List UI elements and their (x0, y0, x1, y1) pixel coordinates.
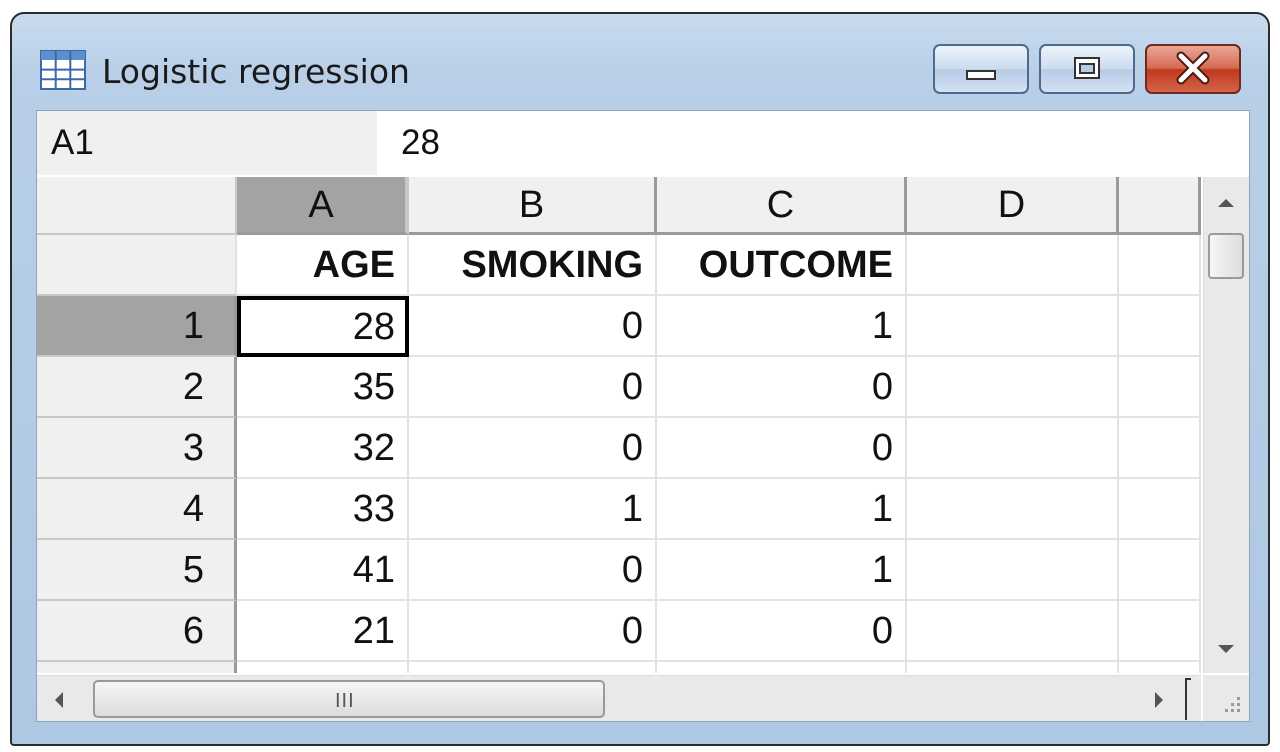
cell-e5[interactable] (1119, 540, 1201, 601)
cell-a7[interactable] (237, 662, 409, 673)
cell-a1-active[interactable]: 28 (237, 296, 409, 357)
cell-b7[interactable] (409, 662, 657, 673)
title-bar[interactable]: Logistic regression (12, 14, 1268, 108)
cell-b1[interactable]: 0 (409, 296, 657, 357)
vertical-scrollbar[interactable] (1203, 177, 1249, 673)
cell-d2[interactable] (907, 357, 1119, 418)
cell-c3[interactable]: 0 (657, 418, 907, 479)
minimize-button[interactable] (933, 44, 1029, 94)
row-header-1[interactable]: 1 (37, 296, 237, 357)
row-header-6[interactable]: 6 (37, 601, 237, 662)
table-row: 1 28 0 1 (37, 296, 1201, 357)
corner-select-all[interactable] (37, 177, 237, 235)
cell-d6[interactable] (907, 601, 1119, 662)
scroll-down-arrow-icon[interactable] (1218, 645, 1234, 653)
column-header-d[interactable]: D (907, 177, 1119, 235)
cell-c1[interactable]: 1 (657, 296, 907, 357)
cell-e7[interactable] (1119, 662, 1201, 673)
close-button[interactable] (1145, 44, 1241, 94)
spreadsheet-window: Logistic regression A1 28 A B C D AGE SM… (10, 12, 1270, 746)
cell-d4[interactable] (907, 479, 1119, 540)
label-row-header (37, 235, 237, 296)
spreadsheet-client-area: A1 28 A B C D AGE SMOKING OUTCOME 1 28 0… (36, 110, 1250, 722)
row-header-4[interactable]: 4 (37, 479, 237, 540)
variable-label-row: AGE SMOKING OUTCOME (37, 235, 1201, 296)
cell-reference-box[interactable]: A1 (37, 111, 377, 175)
cell-e1[interactable] (1119, 296, 1201, 357)
cell-c7[interactable] (657, 662, 907, 673)
cell-e6[interactable] (1119, 601, 1201, 662)
row-header-2[interactable]: 2 (37, 357, 237, 418)
horizontal-scrollbar[interactable]: III (37, 675, 1201, 721)
table-row: 2 35 0 0 (37, 357, 1201, 418)
label-cell-e[interactable] (1119, 235, 1201, 296)
row-header-3[interactable]: 3 (37, 418, 237, 479)
cell-d3[interactable] (907, 418, 1119, 479)
row-header-5[interactable]: 5 (37, 540, 237, 601)
spreadsheet-grid-icon (40, 50, 86, 90)
maximize-icon (1074, 57, 1100, 79)
table-row: 4 33 1 1 (37, 479, 1201, 540)
label-cell-a[interactable]: AGE (237, 235, 409, 296)
cell-value-field[interactable]: 28 (401, 111, 440, 175)
table-row: 3 32 0 0 (37, 418, 1201, 479)
cell-b5[interactable]: 0 (409, 540, 657, 601)
column-header-b[interactable]: B (409, 177, 657, 235)
horizontal-scroll-thumb[interactable]: III (93, 680, 605, 718)
label-cell-d[interactable] (907, 235, 1119, 296)
minimize-icon (966, 70, 996, 80)
cell-a6[interactable]: 21 (237, 601, 409, 662)
scroll-grip-icon: III (335, 690, 355, 712)
table-row: 5 41 0 1 (37, 540, 1201, 601)
column-header-c[interactable]: C (657, 177, 907, 235)
split-box-handle[interactable] (1185, 678, 1191, 720)
cell-e4[interactable] (1119, 479, 1201, 540)
cell-d7[interactable] (907, 662, 1119, 673)
resize-grip-icon[interactable] (1203, 675, 1249, 721)
close-icon (1176, 51, 1210, 85)
cell-c2[interactable]: 0 (657, 357, 907, 418)
formula-bar: A1 28 (37, 111, 1249, 175)
cell-a4[interactable]: 33 (237, 479, 409, 540)
scroll-right-arrow-icon[interactable] (1155, 692, 1163, 708)
cell-b3[interactable]: 0 (409, 418, 657, 479)
cell-d5[interactable] (907, 540, 1119, 601)
column-header-a[interactable]: A (237, 177, 409, 235)
cell-d1[interactable] (907, 296, 1119, 357)
row-header-7[interactable] (37, 662, 237, 673)
cell-c4[interactable]: 1 (657, 479, 907, 540)
cell-a2[interactable]: 35 (237, 357, 409, 418)
cell-a3[interactable]: 32 (237, 418, 409, 479)
cell-b2[interactable]: 0 (409, 357, 657, 418)
scroll-left-arrow-icon[interactable] (55, 692, 63, 708)
data-grid: A B C D AGE SMOKING OUTCOME 1 28 0 1 2 3… (37, 177, 1201, 673)
scroll-up-arrow-icon[interactable] (1218, 199, 1234, 207)
cell-b6[interactable]: 0 (409, 601, 657, 662)
label-cell-b[interactable]: SMOKING (409, 235, 657, 296)
column-header-e[interactable] (1119, 177, 1201, 235)
cell-e3[interactable] (1119, 418, 1201, 479)
cell-e2[interactable] (1119, 357, 1201, 418)
table-row: 6 21 0 0 (37, 601, 1201, 662)
label-cell-c[interactable]: OUTCOME (657, 235, 907, 296)
window-title: Logistic regression (102, 52, 410, 91)
maximize-button[interactable] (1039, 44, 1135, 94)
cell-c6[interactable]: 0 (657, 601, 907, 662)
cell-c5[interactable]: 1 (657, 540, 907, 601)
column-header-row: A B C D (37, 177, 1201, 235)
vertical-scroll-thumb[interactable] (1208, 233, 1244, 279)
cell-a5[interactable]: 41 (237, 540, 409, 601)
cell-b4[interactable]: 1 (409, 479, 657, 540)
table-row-partial (37, 662, 1201, 673)
